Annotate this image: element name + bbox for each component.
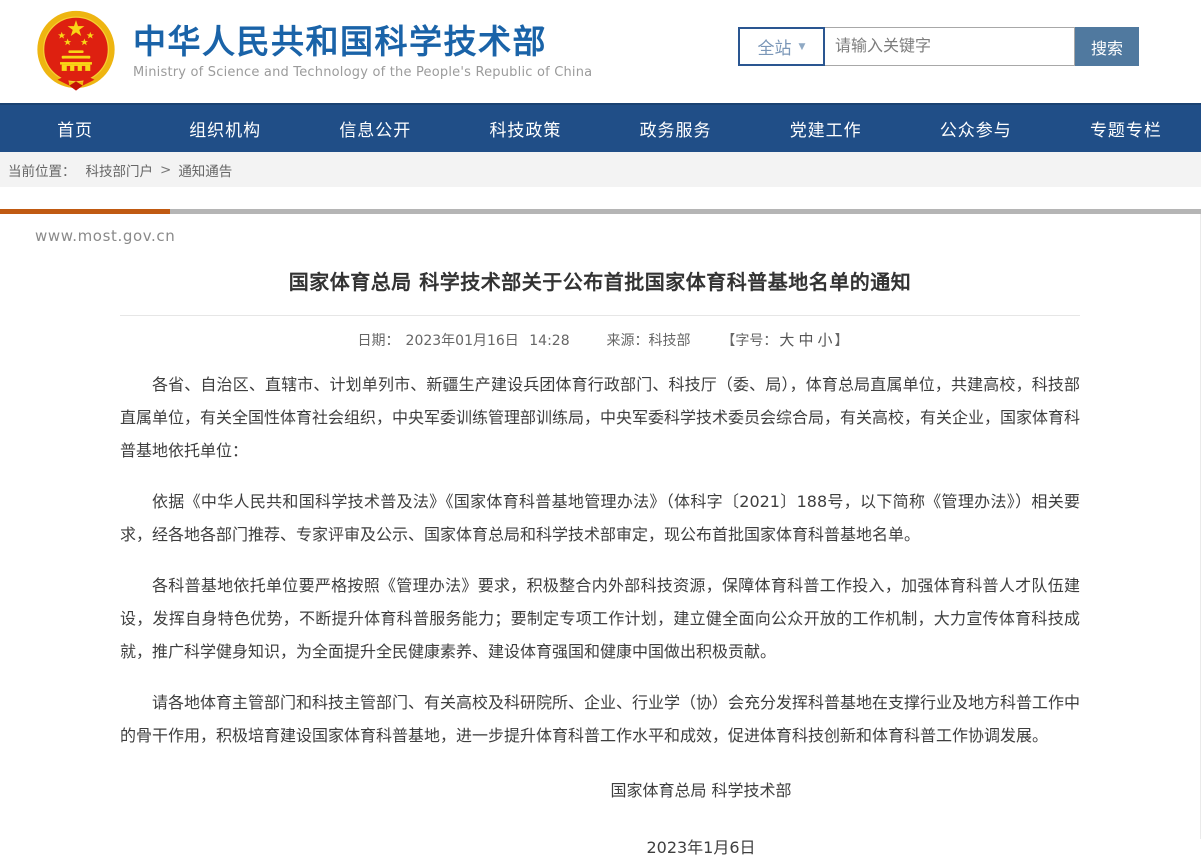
paragraph-basis: 依据《中华人民共和国科学技术普及法》《国家体育科普基地管理办法》（体科字〔202… — [120, 485, 1080, 551]
article-signature: 国家体育总局 科学技术部 — [120, 774, 1080, 807]
search-input[interactable] — [825, 27, 1075, 66]
article-meta: 日期： 2023年01月16日 14:28 来源：科技部 【字号：大中小】 — [120, 329, 1080, 350]
paragraph-requirements: 各科普基地依托单位要严格按照《管理办法》要求，积极整合内外部科技资源，保障体育科… — [120, 569, 1080, 668]
site-title-en: Ministry of Science and Technology of th… — [133, 65, 592, 80]
accent-rule-orange — [0, 209, 170, 214]
font-size-medium-link[interactable]: 中 — [798, 331, 813, 349]
meta-source-label: 来源： — [607, 333, 649, 349]
font-size-large-link[interactable]: 大 — [779, 331, 794, 349]
site-url: www.most.gov.cn — [0, 214, 1200, 245]
nav-item-public-participation[interactable]: 公众参与 — [901, 105, 1051, 152]
search-scope-dropdown[interactable]: 全站 ▼ — [738, 27, 825, 66]
title-divider — [120, 315, 1080, 316]
nav-item-info-disclosure[interactable]: 信息公开 — [300, 105, 450, 152]
font-size-suffix: 】 — [834, 333, 848, 349]
content-panel: www.most.gov.cn 国家体育总局 科学技术部关于公布首批国家体育科普… — [0, 214, 1201, 839]
breadcrumb-item-notices[interactable]: 通知通告 — [178, 160, 232, 180]
main-nav: 首页 组织机构 信息公开 科技政策 政务服务 党建工作 公众参与 专题专栏 — [0, 103, 1201, 152]
nav-item-organization[interactable]: 组织机构 — [150, 105, 300, 152]
accent-rule — [0, 209, 1201, 214]
nav-item-party-building[interactable]: 党建工作 — [751, 105, 901, 152]
nav-item-scitech-policy[interactable]: 科技政策 — [450, 105, 600, 152]
font-size-small-link[interactable]: 小 — [817, 331, 832, 349]
meta-time-value: 14:28 — [529, 333, 569, 349]
meta-date-value: 2023年01月16日 — [406, 333, 519, 349]
national-emblem-logo — [34, 9, 118, 95]
article-body: 各省、自治区、直辖市、计划单列市、新疆生产建设兵团体育行政部门、科技厅（委、局）… — [120, 368, 1080, 752]
article: 国家体育总局 科学技术部关于公布首批国家体育科普基地名单的通知 日期： 2023年… — [120, 266, 1080, 864]
search-button[interactable]: 搜索 — [1075, 27, 1139, 66]
paragraph-call-to-action: 请各地体育主管部门和科技主管部门、有关高校及科研院所、企业、行业学（协）会充分发… — [120, 686, 1080, 752]
breadcrumb-separator: > — [160, 162, 171, 178]
meta-source-value: 科技部 — [649, 333, 691, 349]
accent-rule-gray — [170, 209, 1201, 214]
breadcrumb-label: 当前位置： — [8, 160, 76, 180]
brand-titles: 中华人民共和国科学技术部 Ministry of Science and Tec… — [133, 23, 592, 81]
article-sign-date: 2023年1月6日 — [120, 831, 1080, 864]
breadcrumb-item-portal[interactable]: 科技部门户 — [86, 160, 154, 180]
font-size-prefix: 【字号： — [721, 333, 777, 349]
search-scope-label: 全站 — [758, 34, 792, 59]
site-title-cn: 中华人民共和国科学技术部 — [133, 23, 592, 61]
chevron-down-icon: ▼ — [799, 42, 806, 52]
breadcrumb: 当前位置： 科技部门户 > 通知通告 — [0, 152, 1201, 187]
nav-item-gov-services[interactable]: 政务服务 — [601, 105, 751, 152]
article-title: 国家体育总局 科学技术部关于公布首批国家体育科普基地名单的通知 — [120, 266, 1080, 295]
site-header: 中华人民共和国科学技术部 Ministry of Science and Tec… — [0, 0, 1201, 103]
meta-date-label: 日期： — [358, 333, 400, 349]
nav-item-special-topics[interactable]: 专题专栏 — [1051, 105, 1201, 152]
search-bar: 全站 ▼ 搜索 — [738, 27, 1139, 66]
nav-item-home[interactable]: 首页 — [0, 105, 150, 152]
header-content-gap — [0, 187, 1201, 209]
paragraph-recipients: 各省、自治区、直辖市、计划单列市、新疆生产建设兵团体育行政部门、科技厅（委、局）… — [120, 368, 1080, 467]
